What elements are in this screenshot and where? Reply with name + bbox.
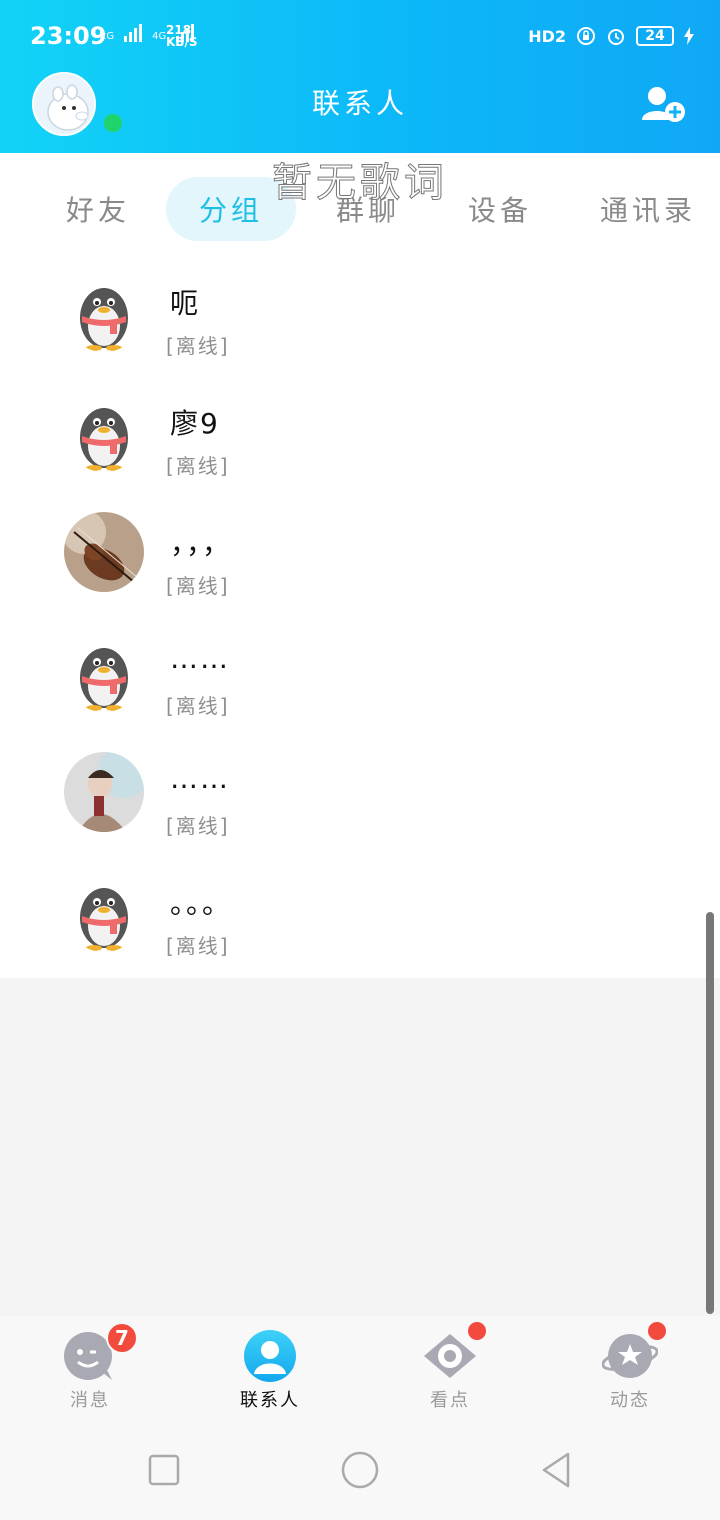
system-nav-bar [0, 1420, 720, 1520]
page-title: 联系人 [311, 87, 408, 120]
back-icon[interactable] [536, 1450, 576, 1490]
contact-row[interactable]: …… [离线] [0, 736, 720, 856]
nav-messages[interactable]: 7 消息 [30, 1316, 150, 1420]
header-bar: 23:09 2G 4G 218 KB/S HD2 24 联系人 [0, 0, 720, 153]
notification-dot [468, 1322, 486, 1340]
violin-photo-avatar [64, 512, 144, 592]
penguin-avatar [64, 632, 144, 712]
contact-name: 廖9 [170, 407, 220, 440]
status-right-icons: HD2 24 [528, 26, 694, 46]
contact-row[interactable]: 呃 [离线] [0, 256, 720, 376]
contacts-person-icon [244, 1330, 296, 1382]
bottom-nav: 7 消息 联系人 看点 动态 [0, 1316, 720, 1420]
contact-name: ，，， [170, 527, 233, 560]
network-speed: 218 KB/S [166, 24, 197, 48]
contact-name: 呃 [170, 287, 201, 320]
contact-row[interactable]: 。。。 [离线] [0, 856, 720, 976]
alarm-icon [608, 29, 624, 45]
contact-status: [离线] [166, 694, 230, 718]
add-contact-icon[interactable] [640, 84, 686, 124]
contact-status: [离线] [166, 334, 230, 358]
contacts-panel: 好友 分组 群聊 设备 通讯录 呃 [离线] 廖9 [离线] ，，， [离线] … [0, 153, 720, 978]
status-time: 23:09 [30, 22, 107, 50]
home-icon[interactable] [340, 1450, 380, 1490]
nav-contacts[interactable]: 联系人 [210, 1316, 330, 1420]
signal-bars-icon [124, 24, 143, 42]
recent-apps-icon[interactable] [144, 1450, 184, 1490]
contact-status: [离线] [166, 574, 230, 598]
speed-unit: KB/S [166, 35, 198, 49]
scrollbar[interactable] [706, 912, 714, 1314]
hd-voice-label: HD2 [528, 26, 566, 46]
floating-lyric-overlay[interactable]: 暂无歌词 [0, 150, 720, 208]
penguin-avatar [64, 872, 144, 952]
contact-status: [离线] [166, 454, 230, 478]
notification-dot [648, 1322, 666, 1340]
penguin-avatar [64, 272, 144, 352]
contact-row[interactable]: ，，， [离线] [0, 496, 720, 616]
charging-bolt-icon [684, 27, 694, 45]
contact-name: 。。。 [170, 887, 233, 920]
contact-name: …… [170, 762, 230, 795]
contact-status: [离线] [166, 934, 230, 958]
nav-label: 看点 [430, 1390, 470, 1411]
nav-label: 消息 [70, 1390, 110, 1411]
network-2g-label: 2G [100, 31, 115, 42]
nav-label: 联系人 [240, 1390, 300, 1411]
unread-badge: 7 [106, 1322, 138, 1354]
contact-status: [离线] [166, 814, 230, 838]
network-4g-label: 4G [152, 31, 167, 42]
nav-moments[interactable]: 动态 [570, 1316, 690, 1420]
person-photo-avatar [64, 752, 144, 832]
penguin-avatar [64, 392, 144, 472]
nav-discover[interactable]: 看点 [390, 1316, 510, 1420]
contact-row[interactable]: 廖9 [离线] [0, 376, 720, 496]
contact-name: …… [170, 642, 230, 675]
contact-row[interactable]: …… [离线] [0, 616, 720, 736]
nav-label: 动态 [610, 1390, 650, 1411]
battery-indicator: 24 [636, 26, 674, 46]
status-bar: 23:09 2G 4G 218 KB/S HD2 24 [30, 22, 694, 52]
rotation-lock-icon [577, 27, 595, 45]
